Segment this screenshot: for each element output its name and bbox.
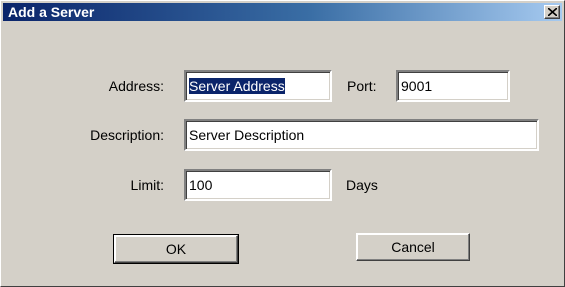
- limit-value: 100: [189, 177, 213, 193]
- title-bar[interactable]: Add a Server: [3, 3, 562, 21]
- description-field[interactable]: Server Description: [184, 119, 539, 151]
- limit-unit-label: Days: [346, 177, 378, 193]
- address-value: Server Address: [189, 78, 285, 94]
- ok-button[interactable]: OK: [113, 234, 239, 264]
- port-value: 9001: [401, 78, 433, 94]
- close-button[interactable]: [544, 5, 560, 19]
- address-field[interactable]: Server Address: [184, 70, 332, 102]
- description-label: Description:: [90, 127, 164, 143]
- limit-label: Limit:: [130, 177, 164, 193]
- cancel-button[interactable]: Cancel: [356, 233, 470, 261]
- close-icon: [548, 8, 557, 16]
- description-value: Server Description: [189, 127, 305, 143]
- address-label: Address:: [108, 78, 164, 94]
- limit-field[interactable]: 100: [184, 169, 332, 201]
- dialog-title: Add a Server: [8, 4, 95, 20]
- add-server-dialog: Add a Server Address: Server Address Por…: [0, 0, 565, 287]
- port-label: Port:: [347, 78, 377, 94]
- port-field[interactable]: 9001: [396, 70, 510, 102]
